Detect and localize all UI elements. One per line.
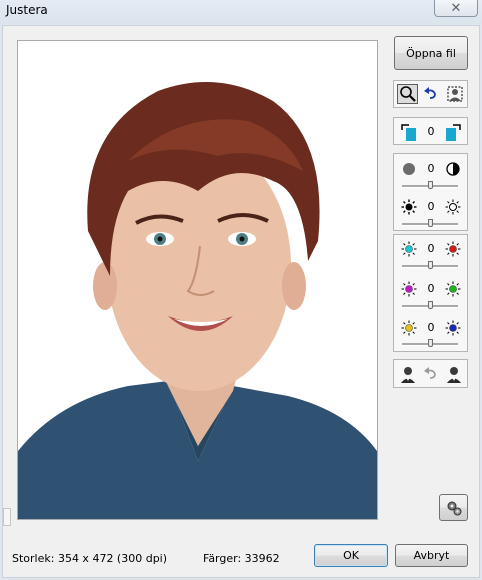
cyan-red-slider-thumb[interactable] [428, 261, 433, 269]
ok-label: OK [343, 549, 359, 562]
brightness-value: 0 [427, 162, 435, 175]
blue-icon [445, 320, 461, 336]
color-balance-panel: 0 0 0 [393, 234, 468, 352]
red-icon [445, 241, 461, 257]
magenta-green-value: 0 [427, 282, 435, 295]
crop-fit-icon[interactable] [446, 85, 463, 102]
exposure-value: 0 [427, 200, 435, 213]
rotation-value: 0 [427, 125, 435, 138]
person-icon-right[interactable] [446, 365, 462, 383]
cyan-icon [401, 241, 417, 257]
cancel-button[interactable]: Avbryt [395, 544, 468, 567]
title-bar: Justera ✕ [0, 0, 482, 24]
rotate-right-icon[interactable] [445, 123, 461, 141]
reset-icon[interactable] [423, 366, 439, 382]
window-title: Justera [6, 3, 48, 17]
exposure-light-icon [445, 199, 461, 215]
close-icon: ✕ [450, 0, 462, 16]
settings-button[interactable] [439, 494, 468, 521]
cancel-label: Avbryt [413, 549, 450, 562]
color-count-label: Färger: 33962 [203, 552, 280, 565]
magnifier-icon [400, 86, 416, 102]
person-icon-left[interactable] [400, 365, 416, 383]
yellow-blue-slider-thumb[interactable] [428, 339, 433, 347]
rotation-panel: 0 [393, 117, 468, 145]
left-splitter-handle[interactable] [3, 508, 11, 526]
close-button[interactable]: ✕ [434, 0, 478, 17]
zoom-tool-button[interactable] [397, 84, 418, 104]
magenta-green-slider-thumb[interactable] [428, 301, 433, 309]
green-icon [445, 281, 461, 297]
tools-panel [393, 80, 468, 108]
cyan-red-value: 0 [427, 242, 435, 255]
yellow-icon [401, 320, 417, 336]
image-size-label: Storlek: 354 x 472 (300 dpi) [12, 552, 168, 565]
gears-icon [447, 501, 461, 515]
magenta-icon [401, 281, 417, 297]
brightness-slider-thumb[interactable] [428, 181, 433, 189]
portrait-panel [393, 359, 468, 388]
undo-icon[interactable] [423, 86, 439, 102]
open-file-button[interactable]: Öppna fil [394, 36, 468, 70]
yellow-blue-value: 0 [427, 321, 435, 334]
exposure-dark-icon [401, 199, 417, 215]
open-file-label: Öppna fil [406, 46, 456, 60]
ok-button[interactable]: OK [314, 544, 388, 567]
portrait-image [18, 41, 377, 519]
photo-preview[interactable] [17, 40, 378, 520]
rotate-left-icon[interactable] [401, 123, 417, 141]
brightness-icon [401, 161, 417, 177]
contrast-icon [445, 161, 461, 177]
exposure-slider-thumb[interactable] [428, 219, 433, 227]
tone-panel: 0 0 [393, 153, 468, 231]
